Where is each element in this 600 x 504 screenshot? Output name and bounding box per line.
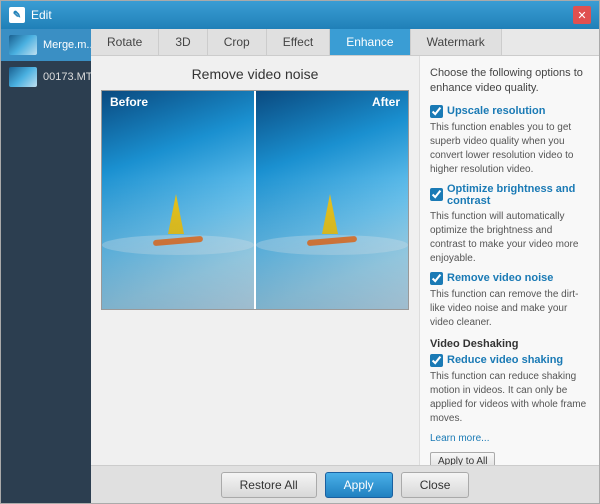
deshaking-checkbox[interactable] xyxy=(430,354,443,367)
preview-before-image xyxy=(102,91,254,309)
learn-more-link[interactable]: Learn more... xyxy=(430,433,489,444)
sail-before xyxy=(168,194,184,234)
bottom-bar: Restore All Apply Close xyxy=(91,465,599,503)
tab-watermark[interactable]: Watermark xyxy=(411,29,502,55)
preview-after-label: After xyxy=(372,95,400,109)
deshaking-label[interactable]: Reduce video shaking xyxy=(430,354,589,367)
board-after xyxy=(307,235,357,245)
brightness-desc: This function will automatically optimiz… xyxy=(430,210,589,266)
merge-thumb xyxy=(9,35,37,55)
preview-area: Remove video noise Before After xyxy=(91,56,419,465)
sidebar: Merge.m... 00173.MTS xyxy=(1,29,91,503)
noise-label[interactable]: Remove video noise xyxy=(430,272,589,285)
preview-title: Remove video noise xyxy=(192,66,319,82)
right-panel: Rotate 3D Crop Effect Enhance Watermark xyxy=(91,29,599,503)
tab-effect[interactable]: Effect xyxy=(267,29,330,55)
preview-divider xyxy=(254,91,256,309)
wave-decoration-after xyxy=(256,235,408,255)
title-bar: ✎ Edit ✕ xyxy=(1,1,599,29)
apply-button[interactable]: Apply xyxy=(325,472,393,498)
sidebar-item-merge[interactable]: Merge.m... xyxy=(1,29,91,61)
sidebar-item-video[interactable]: 00173.MTS xyxy=(1,61,91,93)
video-thumb xyxy=(9,67,37,87)
upscale-checkbox[interactable] xyxy=(430,105,443,118)
enhance-option-deshaking: Reduce video shaking This function can r… xyxy=(430,354,589,426)
wave-decoration xyxy=(102,235,254,255)
tab-bar: Rotate 3D Crop Effect Enhance Watermark xyxy=(91,29,599,56)
enhance-option-noise: Remove video noise This function can rem… xyxy=(430,272,589,330)
deshaking-desc: This function can reduce shaking motion … xyxy=(430,370,589,426)
tab-rotate[interactable]: Rotate xyxy=(91,29,159,55)
deshaking-title: Video Deshaking xyxy=(430,338,589,350)
enhance-buttons: Apply to All Restore Defaults xyxy=(430,452,589,465)
enhance-option-upscale: Upscale resolution This function enables… xyxy=(430,105,589,177)
window-title: Edit xyxy=(31,8,573,22)
sidebar-item-merge-label: Merge.m... xyxy=(43,39,96,51)
board-before xyxy=(153,235,203,245)
preview-images: Before After xyxy=(101,90,409,310)
close-dialog-button[interactable]: Close xyxy=(401,472,470,498)
tab-crop[interactable]: Crop xyxy=(208,29,267,55)
upscale-desc: This function enables you to get superb … xyxy=(430,121,589,177)
enhance-intro: Choose the following options to enhance … xyxy=(430,66,589,97)
app-icon: ✎ xyxy=(9,7,25,23)
tab-3d[interactable]: 3D xyxy=(159,29,207,55)
tab-enhance[interactable]: Enhance xyxy=(330,29,410,55)
noise-checkbox[interactable] xyxy=(430,272,443,285)
brightness-checkbox[interactable] xyxy=(430,188,443,201)
close-button[interactable]: ✕ xyxy=(573,6,591,24)
surfer-after xyxy=(302,194,362,244)
preview-before-label: Before xyxy=(110,95,148,109)
brightness-label[interactable]: Optimize brightness and contrast xyxy=(430,183,589,207)
noise-desc: This function can remove the dirt-like v… xyxy=(430,288,589,330)
edit-window: ✎ Edit ✕ Merge.m... 00173.MTS xyxy=(0,0,600,504)
surfer-before xyxy=(148,194,208,244)
sail-after xyxy=(322,194,338,234)
enhance-panel: Choose the following options to enhance … xyxy=(419,56,599,465)
content-area: Remove video noise Before After xyxy=(91,56,599,465)
main-content: Merge.m... 00173.MTS Rotate 3D Crop xyxy=(1,29,599,503)
preview-after-image xyxy=(256,91,408,309)
upscale-label[interactable]: Upscale resolution xyxy=(430,105,589,118)
restore-all-button[interactable]: Restore All xyxy=(221,472,317,498)
enhance-option-brightness: Optimize brightness and contrast This fu… xyxy=(430,183,589,266)
apply-to-all-button[interactable]: Apply to All xyxy=(430,452,495,465)
